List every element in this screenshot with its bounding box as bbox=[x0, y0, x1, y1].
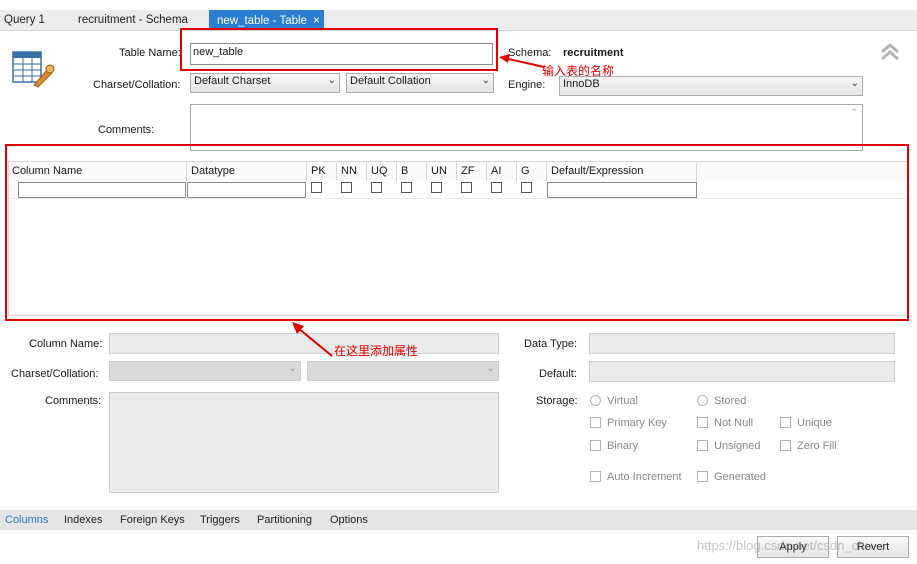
primary-key-label: Primary Key bbox=[607, 417, 667, 429]
annotation-arrow-icon bbox=[496, 52, 546, 72]
collation-value: Default Collation bbox=[350, 75, 431, 87]
chevron-down-icon: ⌄ bbox=[481, 75, 490, 86]
tab-columns[interactable]: Columns bbox=[5, 514, 48, 526]
table-name-annotation: 输入表的名称 bbox=[542, 64, 615, 78]
tab-query-1[interactable]: Query 1 bbox=[4, 10, 45, 30]
primary-key-checkbox[interactable] bbox=[590, 417, 601, 428]
tab-partitioning[interactable]: Partitioning bbox=[257, 514, 312, 526]
unique-checkbox[interactable] bbox=[780, 417, 791, 428]
engine-select[interactable]: InnoDB ⌄ bbox=[559, 76, 863, 96]
generated-checkbox[interactable] bbox=[697, 471, 708, 482]
chevron-down-icon: ⌄ bbox=[486, 363, 495, 374]
not-null-label: Not Null bbox=[714, 417, 754, 429]
unique-label: Unique bbox=[797, 417, 832, 429]
zero-fill-label: Zero Fill bbox=[797, 440, 837, 452]
columns-grid-highlight-box bbox=[5, 144, 909, 321]
virtual-label: Virtual bbox=[607, 395, 638, 407]
tab-foreign-keys[interactable]: Foreign Keys bbox=[120, 514, 185, 526]
collation-select[interactable]: Default Collation ⌄ bbox=[346, 73, 494, 93]
table-editor-icon bbox=[12, 47, 56, 89]
comments-label: Comments: bbox=[98, 124, 155, 136]
table-name-label: Table Name: bbox=[119, 47, 181, 59]
table-name-highlight-box bbox=[180, 28, 498, 71]
watermark: https://blog.csdn.net/csdn_chu... bbox=[697, 538, 884, 553]
generated-label: Generated bbox=[714, 471, 766, 483]
storage-label: Storage: bbox=[536, 395, 578, 407]
auto-increment-checkbox[interactable] bbox=[590, 471, 601, 482]
tab-new-table-label: new_table - Table bbox=[217, 15, 307, 27]
engine-label: Engine: bbox=[508, 79, 546, 91]
annotation-arrow-icon bbox=[288, 320, 336, 360]
tab-recruitment-schema[interactable]: recruitment - Schema bbox=[78, 10, 188, 30]
detail-charset-select[interactable]: ⌄ bbox=[109, 361, 301, 381]
tab-indexes[interactable]: Indexes bbox=[64, 514, 103, 526]
stored-label: Stored bbox=[714, 395, 747, 407]
auto-increment-label: Auto Increment bbox=[607, 471, 682, 483]
zero-fill-checkbox[interactable] bbox=[780, 440, 791, 451]
tab-options[interactable]: Options bbox=[330, 514, 368, 526]
chevron-down-icon: ⌄ bbox=[327, 75, 336, 86]
schema-value: recruitment bbox=[563, 47, 624, 59]
detail-comments-textarea[interactable] bbox=[109, 392, 499, 493]
chevron-down-icon: ⌄ bbox=[850, 78, 859, 89]
detail-charset-label: Charset/Collation: bbox=[11, 368, 99, 380]
collapse-chevron-icon[interactable] bbox=[879, 42, 901, 62]
binary-checkbox[interactable] bbox=[590, 440, 601, 451]
charset-value: Default Charset bbox=[194, 75, 271, 87]
engine-value: InnoDB bbox=[563, 78, 600, 90]
default-input[interactable] bbox=[589, 361, 895, 382]
data-type-label: Data Type: bbox=[524, 338, 577, 350]
virtual-radio[interactable] bbox=[590, 395, 601, 406]
default-label: Default: bbox=[539, 368, 577, 380]
not-null-checkbox[interactable] bbox=[697, 417, 708, 428]
detail-comments-label: Comments: bbox=[45, 395, 102, 407]
tab-triggers[interactable]: Triggers bbox=[200, 514, 240, 526]
close-icon[interactable]: × bbox=[313, 13, 320, 27]
tab-new-table[interactable]: new_table - Table × bbox=[209, 10, 324, 30]
unsigned-label: Unsigned bbox=[714, 440, 761, 452]
detail-collation-select[interactable]: ⌄ bbox=[307, 361, 499, 381]
charset-select[interactable]: Default Charset ⌄ bbox=[190, 73, 340, 93]
scroll-up-icon[interactable]: ⌃ bbox=[850, 107, 858, 118]
data-type-input[interactable] bbox=[589, 333, 895, 354]
charset-label: Charset/Collation: bbox=[93, 79, 181, 91]
column-name-label: Column Name: bbox=[29, 338, 103, 350]
columns-annotation: 在这里添加属性 bbox=[334, 344, 419, 358]
chevron-down-icon: ⌄ bbox=[288, 363, 297, 374]
binary-label: Binary bbox=[607, 440, 639, 452]
unsigned-checkbox[interactable] bbox=[697, 440, 708, 451]
stored-radio[interactable] bbox=[697, 395, 708, 406]
